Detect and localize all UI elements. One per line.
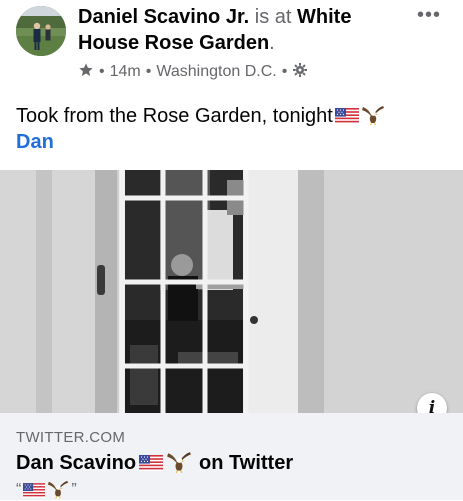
post-place: Washington D.C. xyxy=(156,63,277,80)
eagle-emoji xyxy=(361,104,385,128)
link-title-suffix: on Twitter xyxy=(199,451,294,474)
us-flag-emoji xyxy=(335,108,359,124)
more-options-button[interactable]: ••• xyxy=(417,4,441,27)
link-description: “ ” xyxy=(16,479,77,501)
avatar[interactable] xyxy=(16,6,66,56)
quote-open: “ xyxy=(16,481,22,498)
location-suffix: . xyxy=(269,32,275,54)
link-title: Dan Scavino on Twitter xyxy=(16,450,293,476)
quote-close: ” xyxy=(71,481,77,498)
caption-text: Took from the Rose Garden, tonight xyxy=(16,105,333,127)
oval-office-door-photo xyxy=(0,170,463,413)
avatar-image xyxy=(16,6,66,56)
post-header: Daniel Scavino Jr. is at White House Ros… xyxy=(0,0,463,92)
link-preview-card[interactable]: TWITTER.COM Dan Scavino on Twitter “ ” xyxy=(0,413,463,500)
post-meta: • 14m • Washington D.C. • xyxy=(78,61,308,83)
eagle-emoji xyxy=(47,479,69,501)
meta-separator: • xyxy=(281,63,288,80)
author-name[interactable]: Daniel Scavino Jr. xyxy=(78,6,249,28)
caption-mention-link[interactable]: Dan xyxy=(16,129,385,155)
link-title-prefix: Dan Scavino xyxy=(16,451,137,474)
post-author-line: Daniel Scavino Jr. is at White House Ros… xyxy=(78,4,398,56)
eagle-emoji xyxy=(166,450,192,476)
post-time[interactable]: 14m xyxy=(110,63,141,81)
meta-separator: • xyxy=(145,63,152,80)
us-flag-emoji xyxy=(139,455,163,471)
meta-separator: • xyxy=(99,63,105,80)
gear-icon xyxy=(292,62,308,83)
us-flag-emoji xyxy=(23,483,45,498)
post-photo[interactable] xyxy=(0,170,463,413)
post-caption: Took from the Rose Garden, tonight Dan xyxy=(16,103,385,155)
star-icon xyxy=(78,62,94,83)
checkin-connector: is at xyxy=(254,6,292,28)
link-domain: TWITTER.COM xyxy=(16,429,126,446)
